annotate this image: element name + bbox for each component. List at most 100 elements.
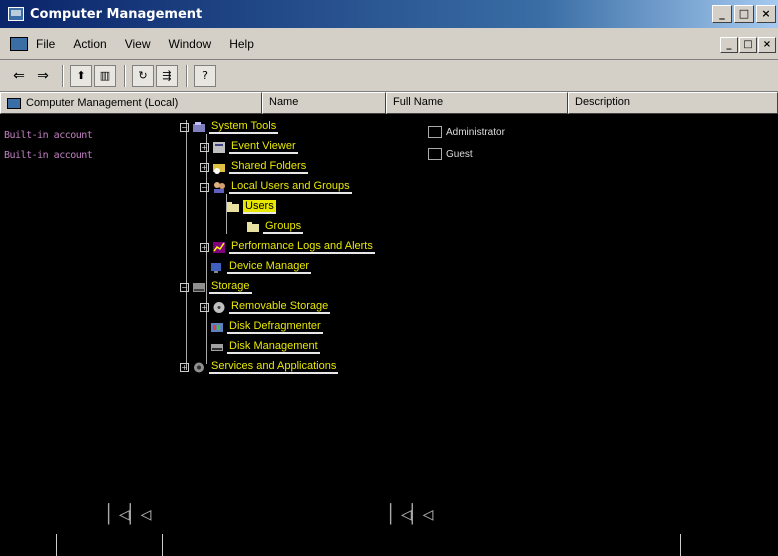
left-description-label: Built-in account xyxy=(4,150,93,161)
tree-item-performance-logs[interactable]: + Performance Logs and Alerts xyxy=(200,238,375,256)
show-hide-tree-icon[interactable]: ▥ xyxy=(94,64,116,87)
user-icon xyxy=(428,148,442,160)
status-pane xyxy=(56,534,162,556)
folder-icon xyxy=(247,221,259,232)
tree-item-disk-defragmenter[interactable]: Disk Defragmenter xyxy=(210,318,323,336)
tree-item-label: Disk Defragmenter xyxy=(227,320,323,334)
tree-header-label: Computer Management (Local) xyxy=(26,97,179,109)
event-viewer-icon xyxy=(213,141,225,153)
performance-icon xyxy=(213,241,225,253)
status-pane xyxy=(162,534,680,556)
status-bar xyxy=(0,534,778,556)
menu-help[interactable]: Help xyxy=(229,37,254,51)
menu-action[interactable]: Action xyxy=(73,37,106,51)
tree-item-label: Services and Applications xyxy=(209,360,339,374)
maximize-button[interactable]: □ xyxy=(734,5,754,23)
back-icon[interactable]: ⇐ xyxy=(8,65,30,87)
list-row-name: Guest xyxy=(446,148,473,160)
tree-item-device-manager[interactable]: Device Manager xyxy=(210,258,312,276)
tree-item-label: Event Viewer xyxy=(229,140,298,154)
list-row[interactable]: Administrator xyxy=(428,126,505,138)
mdi-minimize-button[interactable]: _ xyxy=(720,37,738,53)
status-pane xyxy=(680,534,778,556)
computer-management-icon xyxy=(8,7,24,21)
tree-item-removable-storage[interactable]: + Removable Storage xyxy=(200,298,331,316)
window-title: Computer Management xyxy=(30,6,203,22)
tree-item-label: Storage xyxy=(209,280,252,294)
tree-item-label: Device Manager xyxy=(227,260,312,274)
tree-item-label: Shared Folders xyxy=(229,160,309,174)
tree-item-local-users-and-groups[interactable]: − Local Users and Groups xyxy=(200,178,352,196)
tree-item-system-tools[interactable]: − System Tools xyxy=(180,118,279,136)
toolbar-separator xyxy=(124,64,126,87)
defragmenter-icon xyxy=(211,322,223,332)
tree-item-label: Removable Storage xyxy=(229,300,331,314)
toolbar-separator xyxy=(62,64,64,87)
expand-icon[interactable]: + xyxy=(200,162,209,172)
disk-management-icon xyxy=(211,343,223,351)
menu-file[interactable]: File xyxy=(36,37,55,51)
toolbar: ⇐ ⇒ ⬆ ▥ ↻ ⇶ ? xyxy=(0,60,778,92)
folder-icon xyxy=(227,201,239,212)
list-row-name: Administrator xyxy=(446,126,505,138)
mdi-controls: _ □ × xyxy=(720,37,776,53)
column-header-full-name[interactable]: Full Name xyxy=(386,92,568,114)
menu-bar: File Action View Window Help _ □ × xyxy=(0,28,778,60)
mdi-restore-button[interactable]: □ xyxy=(739,37,757,53)
tree-item-label: Groups xyxy=(263,220,304,234)
expand-icon[interactable]: + xyxy=(200,242,209,252)
forward-icon[interactable]: ⇒ xyxy=(32,65,54,87)
export-list-icon[interactable]: ⇶ xyxy=(156,64,178,87)
tree-item-groups[interactable]: Groups xyxy=(246,218,304,236)
column-headers: Computer Management (Local) Name Full Na… xyxy=(0,92,778,114)
title-bar: Computer Management _ □ × xyxy=(0,0,778,28)
tree-item-label: Performance Logs and Alerts xyxy=(229,240,375,254)
toolbar-separator xyxy=(186,64,188,87)
tree-item-label: System Tools xyxy=(209,120,279,134)
tree-item-storage[interactable]: − Storage xyxy=(180,278,252,296)
mdi-close-button[interactable]: × xyxy=(758,37,776,53)
content-area: Built-in account Built-in account − Syst… xyxy=(0,114,778,556)
expand-icon[interactable]: + xyxy=(180,362,189,372)
tree-connector xyxy=(186,120,187,370)
tree-item-event-viewer[interactable]: + Event Viewer xyxy=(200,138,298,156)
tree-header[interactable]: Computer Management (Local) xyxy=(0,92,262,114)
right-pane-scroll-arrows-icon[interactable]: ▏◁▏◁ xyxy=(390,504,433,525)
system-tools-icon xyxy=(193,121,205,132)
tree-item-users[interactable]: Users xyxy=(226,198,276,216)
up-one-level-icon[interactable]: ⬆ xyxy=(70,64,92,87)
left-pane-scroll-arrows-icon[interactable]: ▏◁▏◁ xyxy=(108,504,151,525)
window-controls: _ □ × xyxy=(712,5,776,23)
column-header-name[interactable]: Name xyxy=(262,92,386,114)
tree-item-services-and-applications[interactable]: + Services and Applications xyxy=(180,358,339,376)
document-icon[interactable] xyxy=(10,36,28,51)
close-button[interactable]: × xyxy=(756,5,776,23)
help-icon[interactable]: ? xyxy=(194,64,216,87)
tree-item-label: Local Users and Groups xyxy=(229,180,352,194)
computer-icon xyxy=(7,97,21,109)
menu-window[interactable]: Window xyxy=(169,37,212,51)
status-pane xyxy=(0,534,56,556)
collapse-icon[interactable]: − xyxy=(180,282,189,292)
tree-item-shared-folders[interactable]: + Shared Folders xyxy=(200,158,309,176)
expand-icon[interactable]: + xyxy=(200,302,209,312)
tree-item-label: Users xyxy=(243,200,276,214)
user-icon xyxy=(428,126,442,138)
tree-item-disk-management[interactable]: Disk Management xyxy=(210,338,320,356)
collapse-icon[interactable]: − xyxy=(180,122,189,132)
left-description-label: Built-in account xyxy=(4,130,93,141)
shared-folder-icon xyxy=(213,163,225,174)
services-icon xyxy=(194,362,204,372)
refresh-icon[interactable]: ↻ xyxy=(132,64,154,87)
tree-item-label: Disk Management xyxy=(227,340,320,354)
collapse-icon[interactable]: − xyxy=(200,182,209,192)
menu-view[interactable]: View xyxy=(125,37,151,51)
expand-icon[interactable]: + xyxy=(200,142,209,152)
storage-icon xyxy=(193,282,205,292)
users-group-icon xyxy=(214,181,225,193)
device-manager-icon xyxy=(211,262,221,273)
minimize-button[interactable]: _ xyxy=(712,5,732,23)
removable-storage-icon xyxy=(213,301,225,313)
column-header-description[interactable]: Description xyxy=(568,92,778,114)
list-row[interactable]: Guest xyxy=(428,148,473,160)
